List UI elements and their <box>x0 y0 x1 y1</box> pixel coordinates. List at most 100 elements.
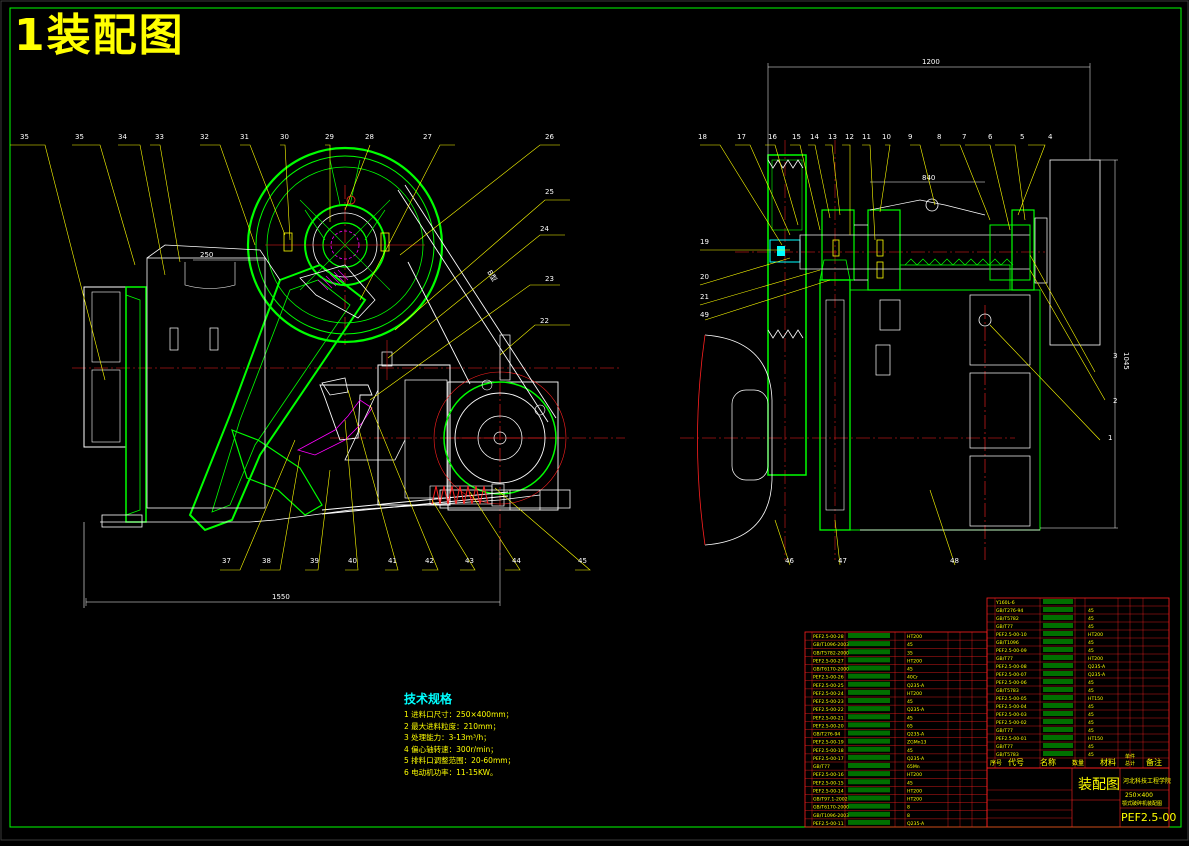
callout-number: 24 <box>540 225 549 233</box>
callout-number: 34 <box>118 133 127 141</box>
bom-material: 45 <box>1088 704 1094 710</box>
dim-width-left: 1550 <box>272 593 290 601</box>
bom-material: 45 <box>1088 752 1094 758</box>
bom-name-cell <box>848 771 890 777</box>
bom-name-cell <box>848 803 890 809</box>
bom-code: PEF2.5-00-09 <box>996 648 1027 654</box>
bom-code: PEF2.5-00-20 <box>813 723 844 729</box>
bom-code: GB/T276-94 <box>813 732 840 738</box>
bom-material: 45 <box>1088 712 1094 718</box>
bom-material: Q235-A <box>907 821 925 827</box>
callout-number: 8 <box>937 133 941 141</box>
bom-name-cell <box>1043 751 1073 756</box>
bom-name-cell <box>848 819 890 825</box>
callout-number: 44 <box>512 557 521 565</box>
bom-code: Y160L-6 <box>995 600 1015 606</box>
tech-spec-line: 3 处理能力：3-13m³/h； <box>404 733 491 742</box>
bom-material: Q235-A <box>907 683 925 689</box>
bom-code: GB/T77 <box>813 764 830 770</box>
bom-code: PEF2.5-00-25 <box>813 683 844 689</box>
header-code: 代号 <box>1008 758 1024 767</box>
bom-name-cell <box>848 657 890 663</box>
bom-material: ZGMn13 <box>907 740 927 746</box>
callout-number: 35 <box>20 133 29 141</box>
bom-name-cell <box>848 763 890 768</box>
bom-code: PEF2.5-00-17 <box>813 756 844 762</box>
bom-material: Q235-A <box>907 756 925 762</box>
bom-name-cell <box>1043 655 1073 660</box>
bom-material: 45 <box>1088 680 1094 686</box>
bom-code: GB/T276-94 <box>996 608 1023 614</box>
bom-code: PEF2.5-00-15 <box>813 780 844 786</box>
bom-material: HT200 <box>1088 632 1103 638</box>
right-view: 1200 840 1045 <box>680 58 1130 566</box>
bom-material: 45 <box>1088 728 1094 734</box>
bom-name-cell <box>1043 695 1073 700</box>
bom-name-cell <box>1043 647 1073 652</box>
callout-number: 17 <box>737 133 746 141</box>
bom-name-cell <box>848 698 890 703</box>
left-view: 1550 250 B型 <box>10 144 625 608</box>
bom-name-cell <box>1043 703 1073 708</box>
bom-name-cell <box>1043 607 1073 612</box>
bom-material: Q235-A <box>1088 672 1106 678</box>
bom-material: Q235-A <box>907 707 925 713</box>
bom-name-cell <box>1043 679 1073 684</box>
bom-code: PEF2.5-00-01 <box>996 736 1027 742</box>
bom-code: GB/T5783 <box>996 688 1019 694</box>
bom-material: HT200 <box>1088 656 1103 662</box>
callout-number: 43 <box>465 557 474 565</box>
bom-name-cell <box>848 754 890 760</box>
tech-spec-line: 4 偏心轴转速：300r/min； <box>404 744 498 754</box>
callout-number: 6 <box>988 133 993 141</box>
tech-spec-line: 6 电动机功率：11-15KW。 <box>404 767 498 777</box>
bom-material: 40Cr <box>907 675 918 681</box>
header-qty: 数量 <box>1072 760 1085 767</box>
callout-number: 5 <box>1020 133 1024 141</box>
bom-material: 45 <box>907 748 913 754</box>
bom-code: GB/T6170-2000 <box>813 667 849 673</box>
bom-name-cell <box>1043 639 1073 644</box>
product-size: 250×400 <box>1125 792 1153 799</box>
bom-material: 45 <box>907 667 913 673</box>
bom-name-cell <box>848 738 890 744</box>
bom-material: 45 <box>907 715 913 721</box>
bom-name-cell <box>848 787 890 793</box>
drawing-number: PEF2.5-00 <box>1121 811 1177 824</box>
bom-material: 65Mn <box>907 764 920 770</box>
callout-number: 21 <box>700 293 709 301</box>
bom-material: Q235-A <box>907 732 925 738</box>
callout-number: 12 <box>845 133 854 141</box>
bom-name-cell <box>1043 687 1073 692</box>
bom-material: Q235-A <box>1088 664 1106 670</box>
tech-spec-line: 2 最大进料粒度：210mm； <box>404 721 501 731</box>
bom-name-cell <box>1043 623 1073 628</box>
callout-number: 19 <box>700 238 709 246</box>
callout-number: 42 <box>425 557 434 565</box>
bom-material: 45 <box>1088 616 1094 622</box>
bom-code: PEF2.5-00-24 <box>813 691 844 697</box>
assembly-drawing: 1550 250 B型 1200 840 1045 35 35 34 33 32… <box>0 0 1189 841</box>
bom-name-cell <box>848 673 890 679</box>
header-seq: 序号 <box>990 760 1003 767</box>
bom-code: GB/T6170-2000 <box>813 805 849 811</box>
tech-spec: 技术规格 1 进料口尺寸：250×400mm； 2 最大进料粒度：210mm； … <box>404 690 515 778</box>
bom-name-cell <box>848 811 890 817</box>
drawing-name: 装配图 <box>1078 777 1120 793</box>
bom-material: 65 <box>907 723 913 729</box>
callout-number: 30 <box>280 133 289 141</box>
bom-code: PEF2.5-00-08 <box>996 664 1027 670</box>
school-name: 河北科技工程学院 <box>1123 778 1172 785</box>
page-title: 1装配图 <box>14 10 185 61</box>
bom-name-cell <box>848 681 890 687</box>
bom-code: PEF2.5-00-19 <box>813 740 844 746</box>
bom-code: PEF2.5-00-18 <box>813 748 844 754</box>
bom-material: 45 <box>907 780 913 786</box>
bom-code: PEF2.5-00-03 <box>996 712 1027 718</box>
bom-material: HT150 <box>1088 696 1103 702</box>
callout-number: 1 <box>1108 434 1112 442</box>
callout-number: 26 <box>545 133 554 141</box>
bom-name-cell <box>1043 743 1073 748</box>
belt-label: B型 <box>485 268 499 283</box>
bom-name-cell <box>848 730 890 736</box>
